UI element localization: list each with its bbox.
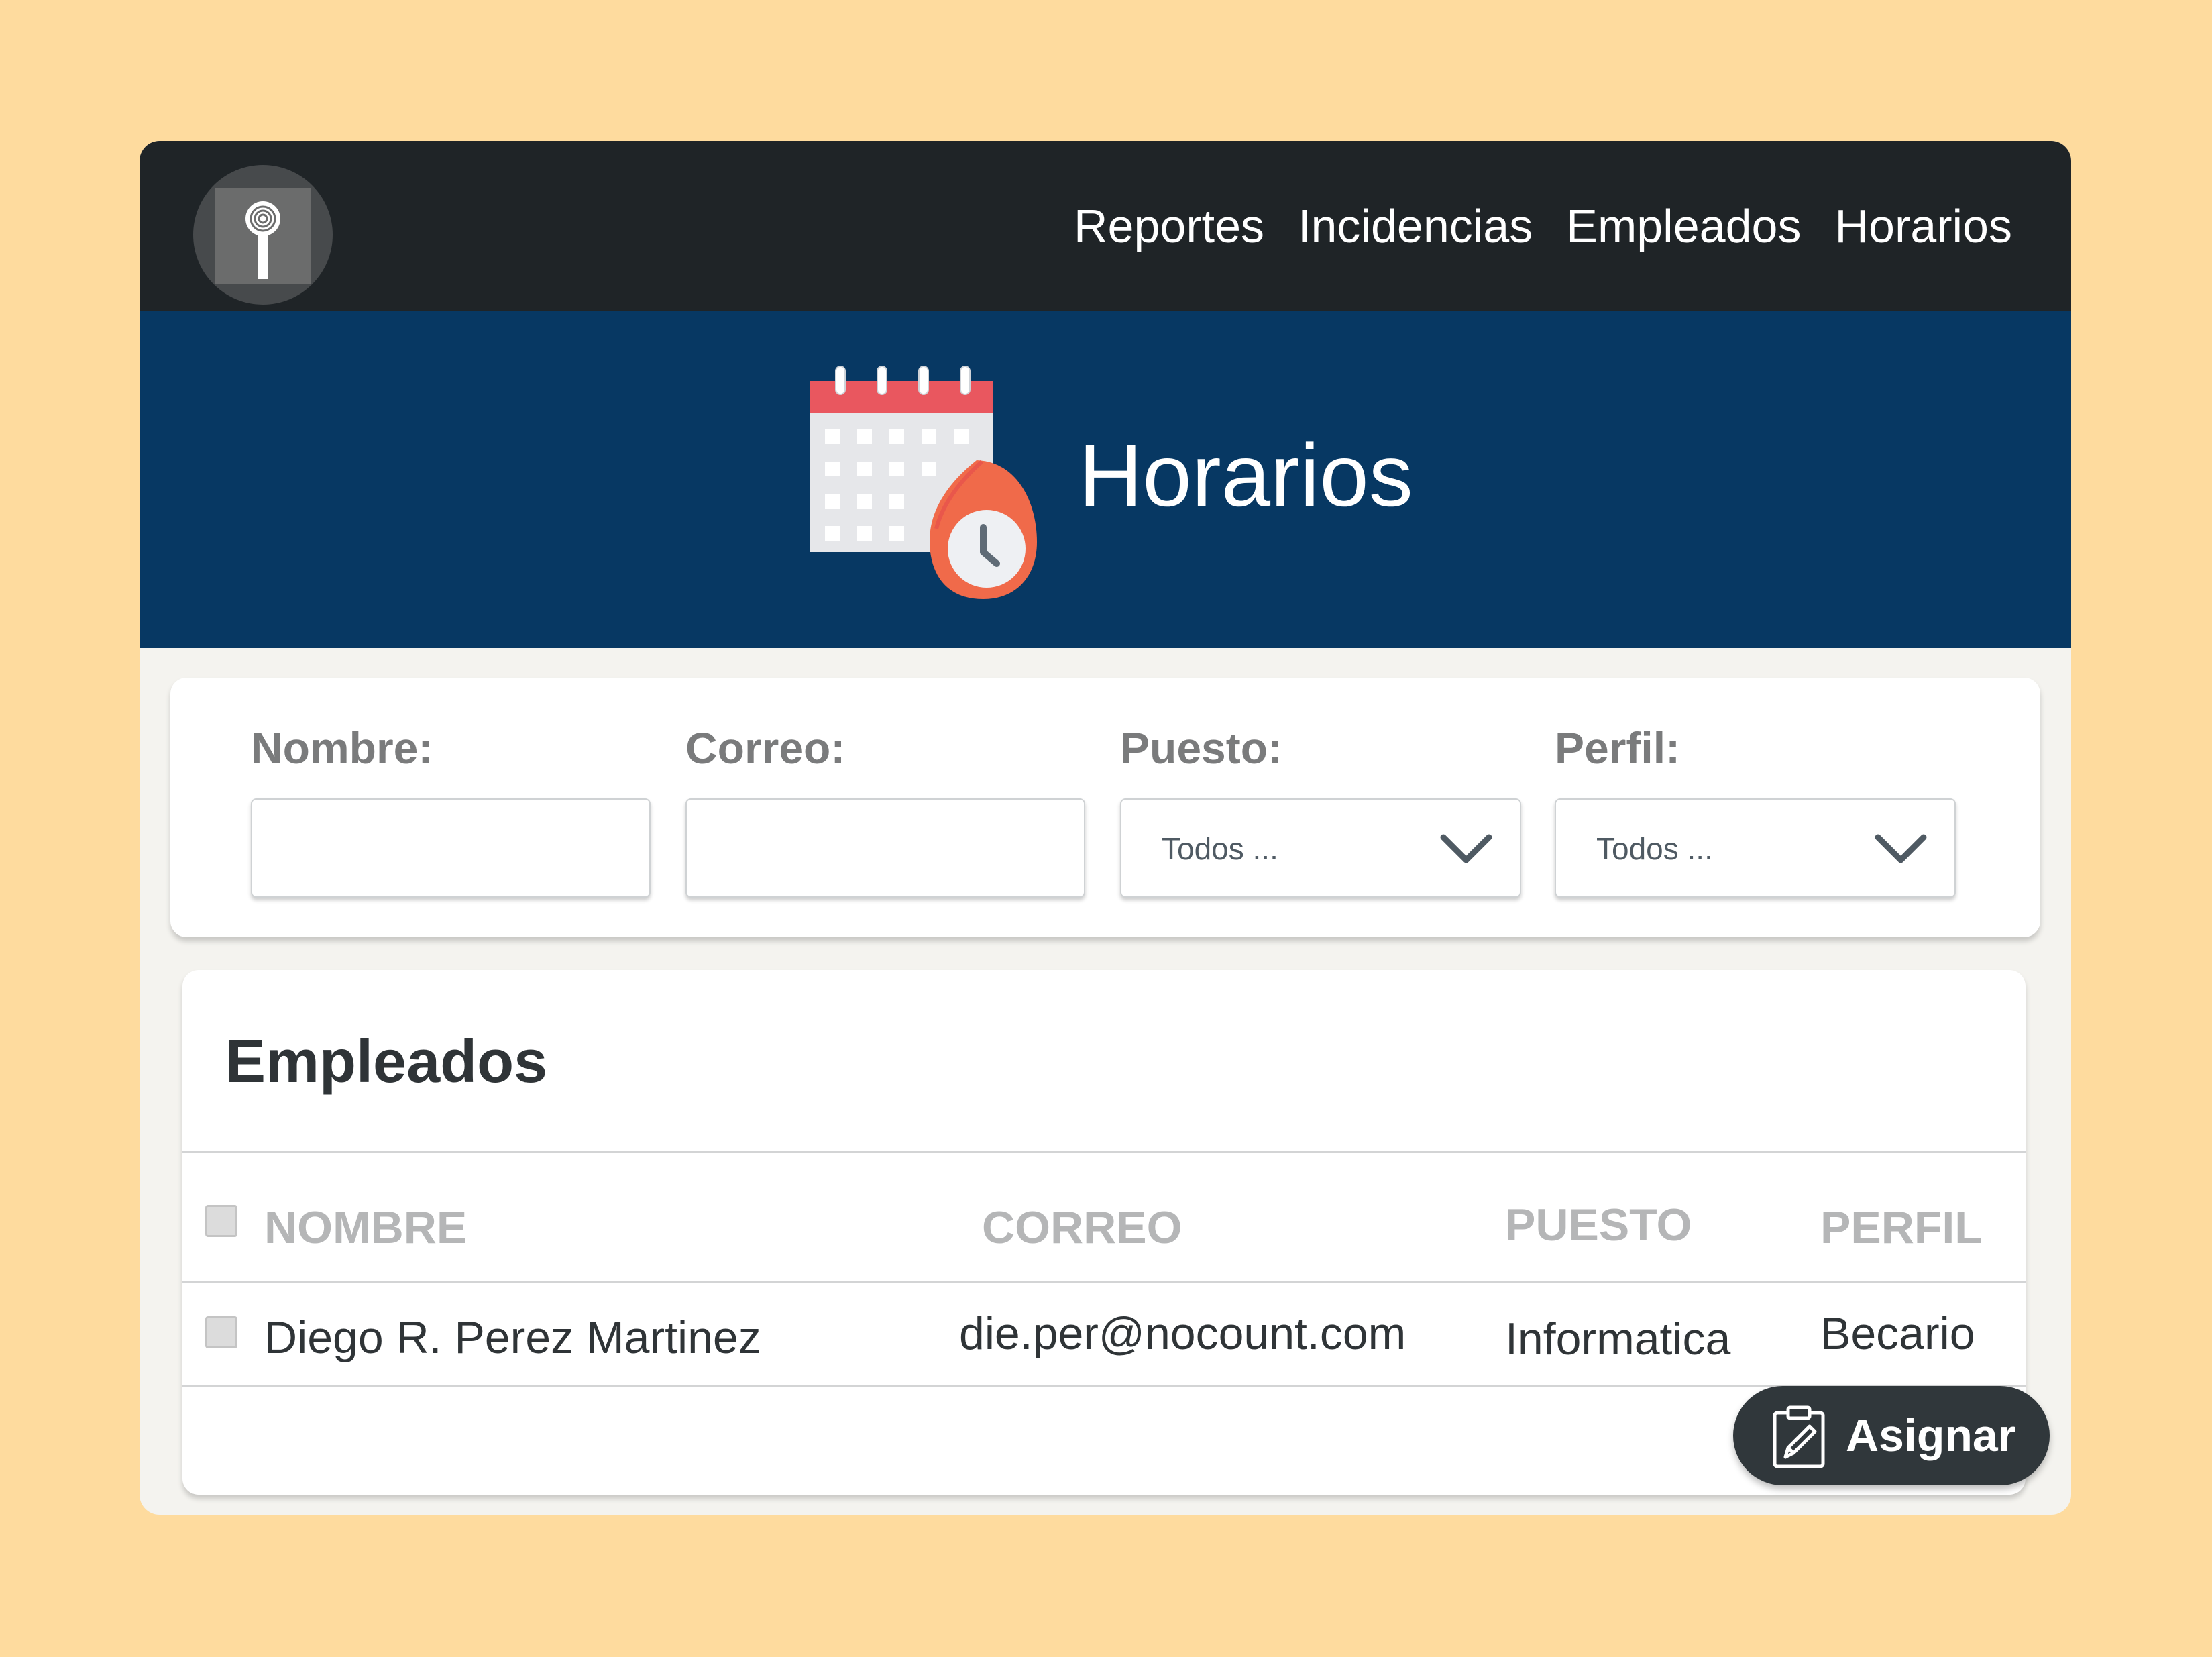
perfil-select[interactable]: Todos ... [1555, 798, 1956, 898]
puesto-select[interactable]: Todos ... [1120, 798, 1521, 898]
divider [182, 1385, 2026, 1387]
header-perfil[interactable]: PERFIL [1820, 1205, 1983, 1250]
nombre-input[interactable] [251, 798, 651, 898]
nav-incidencias[interactable]: Incidencias [1298, 203, 1533, 250]
app-window: Reportes Incidencias Empleados Horarios [140, 141, 2071, 1515]
cell-nombre: Diego R. Perez Martinez [264, 1312, 761, 1363]
perfil-label: Perfil: [1555, 723, 1681, 773]
cell-correo: die.per@nocount.com [959, 1308, 1406, 1359]
filter-panel: Nombre: Correo: Puesto: Todos ... Perfil… [170, 678, 2040, 937]
nombre-label: Nombre: [251, 723, 433, 773]
header-correo[interactable]: CORREO [982, 1205, 1182, 1250]
chevron-down-icon [1875, 834, 1927, 863]
cell-perfil: Becario [1820, 1308, 1975, 1359]
correo-input[interactable] [685, 798, 1085, 898]
row-checkbox[interactable] [205, 1316, 237, 1348]
divider [182, 1151, 2026, 1153]
cell-puesto: Informatica [1505, 1314, 1731, 1365]
chevron-down-icon [1440, 834, 1492, 863]
calendar-clock-icon [802, 361, 1044, 606]
header-puesto[interactable]: PUESTO [1505, 1202, 1692, 1248]
page-title: Horarios [1079, 426, 1413, 525]
puesto-select-value: Todos ... [1162, 831, 1278, 866]
fingerprint-logo-icon[interactable] [193, 165, 333, 305]
nav-reportes[interactable]: Reportes [1074, 203, 1264, 250]
perfil-select-value: Todos ... [1596, 831, 1713, 866]
header-nombre[interactable]: NOMBRE [264, 1205, 467, 1250]
assign-button-label: Asignar [1846, 1410, 2016, 1461]
top-navbar: Reportes Incidencias Empleados Horarios [140, 141, 2071, 311]
divider [182, 1281, 2026, 1283]
assign-button[interactable]: Asignar [1733, 1386, 2050, 1485]
select-all-checkbox[interactable] [205, 1205, 237, 1237]
nav-horarios[interactable]: Horarios [1834, 203, 2012, 250]
puesto-label: Puesto: [1120, 723, 1283, 773]
correo-label: Correo: [685, 723, 846, 773]
page-header: Horarios [140, 311, 2071, 648]
main-nav: Reportes Incidencias Empleados Horarios [1074, 203, 2012, 250]
nav-empleados[interactable]: Empleados [1566, 203, 1801, 250]
clipboard-edit-icon [1773, 1405, 1825, 1468]
table-title: Empleados [225, 1028, 548, 1095]
